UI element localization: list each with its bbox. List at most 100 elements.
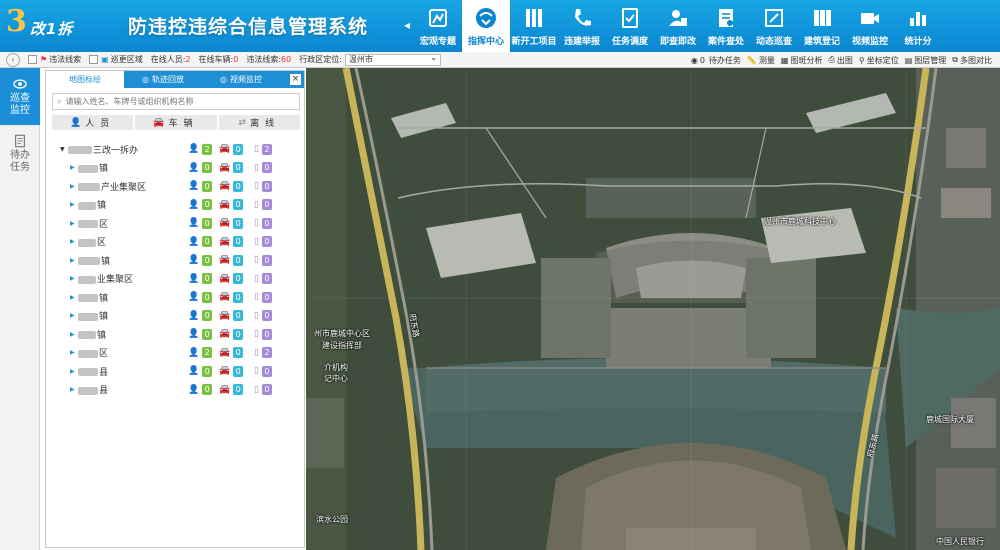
vehicle-count: 🚘 0 xyxy=(219,328,244,340)
todo-tasks-button[interactable]: ◉ 0 待办任务 xyxy=(691,55,741,66)
tree-row[interactable]: ▶ 区 👤 0 🚘 0 ▯ 0 xyxy=(46,233,304,252)
nav-prev-arrow-icon[interactable]: ◂ xyxy=(401,14,413,36)
tree-row[interactable]: ▶ 镇 👤 0 🚘 0 ▯ 0 xyxy=(46,196,304,215)
car-icon: 🚘 xyxy=(219,329,231,340)
nav-item-4[interactable]: 任务调度 xyxy=(606,0,654,52)
patrol-area-checkbox[interactable] xyxy=(89,55,99,64)
route-icon: ◎ xyxy=(142,75,149,84)
tree-row[interactable]: ▶ 区 👤 2 🚘 0 ▯ 2 xyxy=(46,344,304,363)
vehicle-count: 🚘 0 xyxy=(219,291,244,303)
device-count: ▯ 0 xyxy=(254,162,272,174)
redacted-name xyxy=(78,331,96,340)
nav-item-1[interactable]: 指挥中心 xyxy=(462,0,510,52)
expand-right-icon[interactable]: ▶ xyxy=(70,349,78,356)
device-count-badge: 0 xyxy=(261,180,272,192)
expand-right-icon[interactable]: ▶ xyxy=(70,164,78,171)
filter-vehicles-label: 车辆 xyxy=(168,119,199,129)
multi-compare-button[interactable]: ⧉ 多图对比 xyxy=(952,55,992,66)
tree-row[interactable]: ▶ 县 👤 0 🚘 0 ▯ 0 xyxy=(46,381,304,400)
patrol-area-toggle[interactable]: ▣ 巡更区域 xyxy=(89,54,143,65)
nav-item-10[interactable]: 统计分 xyxy=(894,0,942,52)
redacted-name xyxy=(78,164,98,173)
logo-text: 改1拆 xyxy=(30,20,74,38)
tree-row[interactable]: ▶ 镇 👤 0 🚘 0 ▯ 0 xyxy=(46,307,304,326)
command-center-icon xyxy=(476,8,496,28)
search-input[interactable] xyxy=(65,97,286,106)
tree-row[interactable]: ▶ 镇 👤 0 🚘 0 ▯ 0 xyxy=(46,325,304,344)
coord-locate-button[interactable]: ⚲ 坐标定位 xyxy=(859,55,899,66)
tree-row[interactable]: ▶ 镇 👤 0 🚘 0 ▯ 0 xyxy=(46,159,304,178)
car-icon: 🚘 xyxy=(219,366,231,377)
people-count-badge: 0 xyxy=(202,162,213,174)
people-count: 👤 0 xyxy=(188,310,213,322)
device-count-badge: 0 xyxy=(261,199,272,211)
task-dispatch-icon xyxy=(622,8,638,28)
people-count-badge: 0 xyxy=(202,365,213,377)
violation-clues-checkbox[interactable] xyxy=(28,55,37,64)
nav-item-7[interactable]: 动态巡查 xyxy=(750,0,798,52)
tab-todo-tasks[interactable]: 待办 任务 xyxy=(0,125,40,182)
redacted-name xyxy=(78,201,96,210)
tree-row[interactable]: ▶ 业集聚区 👤 0 🚘 0 ▯ 0 xyxy=(46,270,304,289)
online-people-label: 在线人员: xyxy=(150,55,186,64)
expand-right-icon[interactable]: ▶ xyxy=(70,386,78,393)
collapse-panel-button[interactable]: ‹ xyxy=(6,52,20,67)
expand-right-icon[interactable]: ▶ xyxy=(70,201,78,208)
expand-right-icon[interactable]: ▶ xyxy=(70,183,78,190)
tree-row-label: 区 xyxy=(99,219,109,230)
tab-patrol-monitor[interactable]: 巡查 监控 xyxy=(0,68,40,125)
nav-item-0[interactable]: 宏观专题 xyxy=(414,0,462,52)
filter-buttons: 👤 人员 🚘 车辆 ⇄ 离线 xyxy=(52,115,300,130)
satellite-map[interactable]: 州市鹿城中心区 建设指挥部 介机构 记中心 府东路 府东路 温州市鹿城科技中心 … xyxy=(306,68,1000,550)
device-count-badge: 0 xyxy=(261,217,272,229)
logo: 3 改1拆 xyxy=(4,4,74,46)
nav-item-6[interactable]: 案件查处 xyxy=(702,0,750,52)
side-strip: 巡查 监控 待办 任务 xyxy=(0,68,40,550)
tree-row[interactable]: ▶ 镇 👤 0 🚘 0 ▯ 0 xyxy=(46,288,304,307)
macro-topic-icon xyxy=(429,9,447,27)
tab-track-playback[interactable]: ◎ 轨迹回放 xyxy=(124,71,202,88)
filter-people-label: 人员 xyxy=(85,119,116,129)
layer-analysis-button[interactable]: ▦ 图斑分析 xyxy=(781,55,823,66)
print-map-button[interactable]: ⎙ 出图 xyxy=(828,55,852,66)
pin-icon: ⚲ xyxy=(858,55,865,65)
nav-item-9[interactable]: 视频监控 xyxy=(846,0,894,52)
tree-row[interactable]: ▶ 产业集聚区 👤 0 🚘 0 ▯ 0 xyxy=(46,177,304,196)
expand-right-icon[interactable]: ▶ xyxy=(70,331,78,338)
car-icon: 🚘 xyxy=(219,255,231,266)
nav-item-8[interactable]: 建筑登记 xyxy=(798,0,846,52)
close-panel-button[interactable]: × xyxy=(290,74,301,85)
nav-item-2[interactable]: 新开工项目 xyxy=(510,0,558,52)
expand-down-icon[interactable]: ▼ xyxy=(60,146,68,153)
tab-video-monitor[interactable]: ◎ 视频监控 xyxy=(202,71,280,88)
tree-row-label: 区 xyxy=(97,238,107,249)
layer-manage-label: 图层管理 xyxy=(914,55,947,65)
measure-button[interactable]: 📏 测量 xyxy=(747,55,775,66)
phone-icon: ▯ xyxy=(254,199,259,210)
tab-map-marking[interactable]: 地图标绘 xyxy=(46,71,124,88)
expand-right-icon[interactable]: ▶ xyxy=(70,257,78,264)
expand-right-icon[interactable]: ▶ xyxy=(70,220,78,227)
filter-offline-button[interactable]: ⇄ 离线 xyxy=(218,115,300,130)
phone-icon: ▯ xyxy=(254,144,259,155)
expand-right-icon[interactable]: ▶ xyxy=(70,238,78,245)
tree-row[interactable]: ▶ 镇 👤 0 🚘 0 ▯ 0 xyxy=(46,251,304,270)
filter-people-button[interactable]: 👤 人员 xyxy=(52,115,134,130)
region-select[interactable]: 温州市 xyxy=(344,53,441,66)
tree-root-row[interactable]: ▼ 三改一拆办 👤 2 🚘 0 ▯ 2 xyxy=(46,140,304,159)
violation-clues-toggle[interactable]: ⚑ 违法线索 xyxy=(28,54,81,65)
map-label-registry-center: 记中心 xyxy=(324,374,348,383)
expand-right-icon[interactable]: ▶ xyxy=(70,368,78,375)
layer-manage-button[interactable]: ▤ 图层管理 xyxy=(905,55,947,66)
nav-item-3[interactable]: 违建举报 xyxy=(558,0,606,52)
tree-row[interactable]: ▶ 县 👤 0 🚘 0 ▯ 0 xyxy=(46,362,304,381)
expand-right-icon[interactable]: ▶ xyxy=(70,312,78,319)
expand-right-icon[interactable]: ▶ xyxy=(70,294,78,301)
filter-vehicles-button[interactable]: 🚘 车辆 xyxy=(135,115,217,130)
tree-row-name: 业集聚区 xyxy=(78,272,178,285)
check-fix-icon xyxy=(669,10,687,26)
tree-row[interactable]: ▶ 区 👤 0 🚘 0 ▯ 0 xyxy=(46,214,304,233)
nav-item-5[interactable]: 即查即改 xyxy=(654,0,702,52)
expand-right-icon[interactable]: ▶ xyxy=(70,275,78,282)
patrol-area-label: 巡更区域 xyxy=(110,55,143,64)
